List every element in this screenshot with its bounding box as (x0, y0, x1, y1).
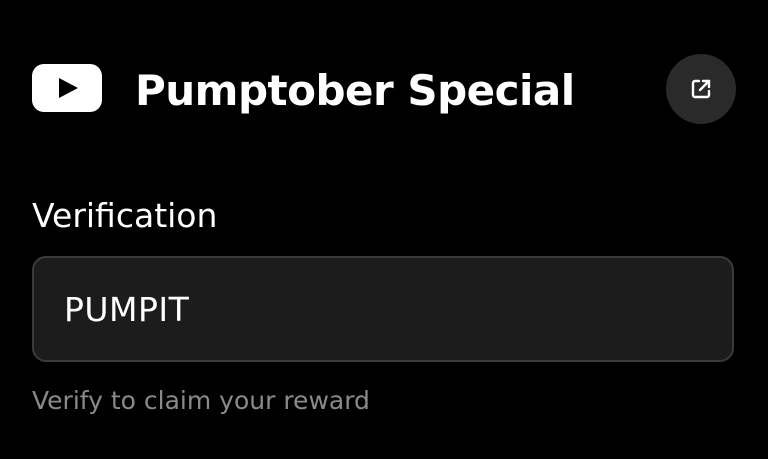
task-header: Pumptober Special (32, 52, 736, 128)
verification-input[interactable]: PUMPIT (32, 256, 734, 362)
verification-input-value: PUMPIT (64, 289, 190, 329)
task-panel: Pumptober Special Verification PUMPIT Ve… (0, 0, 768, 459)
open-external-button[interactable] (666, 54, 736, 124)
verification-label: Verification (32, 196, 218, 235)
external-link-icon (691, 79, 711, 99)
youtube-logo-icon (32, 64, 102, 112)
verification-hint: Verify to claim your reward (32, 386, 370, 415)
task-title: Pumptober Special (135, 65, 575, 115)
